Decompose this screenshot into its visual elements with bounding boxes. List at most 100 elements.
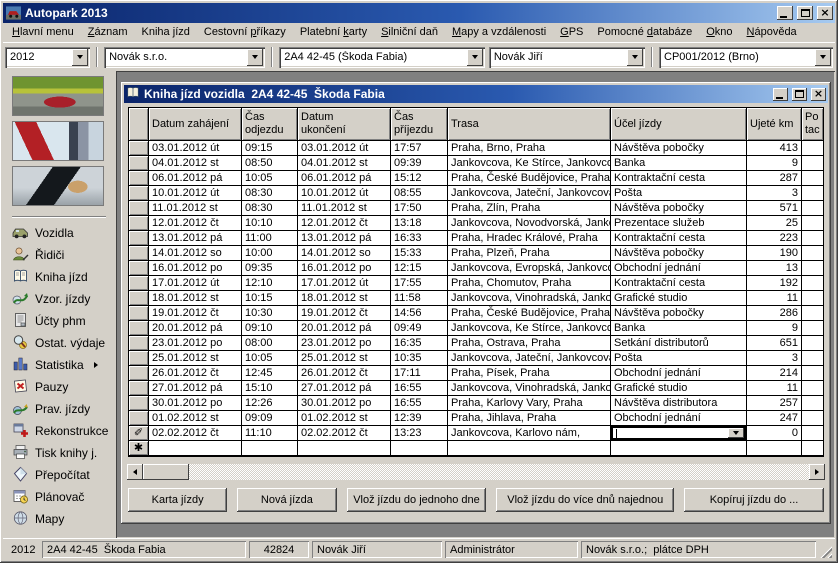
cell-trasa[interactable]: Praha, Ostrava, Praha <box>448 336 611 351</box>
row-selector[interactable] <box>129 156 149 171</box>
cell-datum-zahajeni[interactable]: 14.01.2012 so <box>149 246 242 261</box>
combo-2012[interactable]: 2012 <box>5 47 90 68</box>
maximize-button[interactable] <box>797 6 813 20</box>
cell-datum-ukonceni[interactable]: 23.01.2012 po <box>298 336 391 351</box>
cell-cas-odjezdu[interactable]: 09:09 <box>242 411 298 426</box>
cell-datum-ukonceni[interactable]: 30.01.2012 po <box>298 396 391 411</box>
row-selector[interactable] <box>129 396 149 411</box>
cell-trasa[interactable]: Praha, Brno, Praha <box>448 141 611 156</box>
table-row[interactable]: 20.01.2012 pá09:1020.01.2012 pá09:49Jank… <box>129 321 823 336</box>
cell-cas-prijezdu[interactable]: 12:39 <box>391 411 448 426</box>
menu-item-gps[interactable]: GPS <box>553 24 590 41</box>
cell-cas-odjezdu[interactable]: 10:05 <box>242 171 298 186</box>
cell-trasa[interactable]: Praha, České Budějovice, Praha <box>448 171 611 186</box>
app-titlebar[interactable]: Autopark 2013 × <box>3 3 835 23</box>
table-row[interactable]: 12.01.2012 čt10:1012.01.2012 čt13:18Jank… <box>129 216 823 231</box>
cell-datum-zahajeni[interactable]: 16.01.2012 po <box>149 261 242 276</box>
sidebar-item-vzor-jizdy[interactable]: Vzor. jízdy <box>12 288 110 310</box>
child-minimize-button[interactable] <box>773 88 788 101</box>
cell-ucel-jizdy[interactable]: Návštěva pobočky <box>611 246 747 261</box>
cell-datum-ukonceni[interactable]: 04.01.2012 st <box>298 156 391 171</box>
sidebar-item-planovac[interactable]: Plánovač <box>12 486 110 508</box>
sidebar-item-prepocitat[interactable]: Přepočítat <box>12 464 110 486</box>
table-row[interactable]: 18.01.2012 st10:1518.01.2012 st11:58Jank… <box>129 291 823 306</box>
vloz-jizdu-do-jednoho-dne-button[interactable]: Vlož jízdu do jednoho dne <box>347 488 487 512</box>
cell-ucel-jizdy[interactable] <box>611 426 747 441</box>
cell-datum-zahajeni[interactable]: 27.01.2012 pá <box>149 381 242 396</box>
cell-datum-zahajeni[interactable]: 17.01.2012 út <box>149 276 242 291</box>
cell-ucel-jizdy[interactable]: Obchodní jednání <box>611 366 747 381</box>
cell-cas-odjezdu[interactable]: 08:30 <box>242 186 298 201</box>
combo-novak-s-r-o[interactable]: Novák s.r.o. <box>104 47 265 68</box>
sidebar-item-rekonstrukce[interactable]: Rekonstrukce <box>12 420 110 442</box>
cell-datum-ukonceni[interactable]: 19.01.2012 čt <box>298 306 391 321</box>
cell-trasa[interactable]: Praha, Plzeň, Praha <box>448 246 611 261</box>
row-selector[interactable] <box>129 351 149 366</box>
cell-trasa[interactable] <box>448 441 611 456</box>
cell-cas-prijezdu[interactable]: 09:39 <box>391 156 448 171</box>
cell-datum-ukonceni[interactable]: 16.01.2012 po <box>298 261 391 276</box>
logbook-titlebar[interactable]: Kniha jízd vozidla 2A4 42-45 Škoda Fabia… <box>124 85 828 103</box>
cell-cas-prijezdu[interactable]: 12:15 <box>391 261 448 276</box>
menu-item-hlavni-menu[interactable]: Hlavní menu <box>5 24 81 41</box>
menu-item-mapy-a-vzdalenosti[interactable]: Mapy a vzdálenosti <box>445 24 553 41</box>
cell-ucel-jizdy[interactable]: Pošta <box>611 186 747 201</box>
dropdown-arrow-button[interactable] <box>728 428 744 438</box>
cell-pocatecni-tachometr[interactable] <box>802 411 823 426</box>
cell-datum-ukonceni[interactable]: 10.01.2012 út <box>298 186 391 201</box>
cell-cas-prijezdu[interactable]: 15:33 <box>391 246 448 261</box>
horizontal-scrollbar[interactable] <box>127 464 825 480</box>
cell-datum-zahajeni[interactable]: 23.01.2012 po <box>149 336 242 351</box>
cell-cas-prijezdu[interactable]: 17:50 <box>391 201 448 216</box>
cell-pocatecni-tachometr[interactable] <box>802 396 823 411</box>
nova-jizda-button[interactable]: Nová jízda <box>237 488 336 512</box>
cell-trasa[interactable]: Jankovcova, Novodvorská, Jankovcova <box>448 216 611 231</box>
table-row[interactable]: 04.01.2012 st08:5004.01.2012 st09:39Jank… <box>129 156 823 171</box>
cell-trasa[interactable]: Jankovcova, Vinohradská, Jankovcova <box>448 381 611 396</box>
cell-pocatecni-tachometr[interactable] <box>802 231 823 246</box>
combo-novak-jiri[interactable]: Novák Jiří <box>489 47 645 68</box>
cell-trasa[interactable]: Praha, České Budějovice, Praha <box>448 306 611 321</box>
child-maximize-button[interactable] <box>792 88 807 101</box>
ucel-combo-editor[interactable] <box>611 426 746 440</box>
cell-pocatecni-tachometr[interactable] <box>802 366 823 381</box>
row-selector[interactable] <box>129 306 149 321</box>
cell-cas-prijezdu[interactable] <box>391 441 448 456</box>
cell-pocatecni-tachometr[interactable] <box>802 336 823 351</box>
cell-trasa[interactable]: Jankovcova, Vinohradská, Jankovcova <box>448 291 611 306</box>
menu-item-platebni-karty[interactable]: Platební karty <box>293 24 374 41</box>
cell-datum-ukonceni[interactable]: 17.01.2012 út <box>298 276 391 291</box>
column-header-ucel-jizdy[interactable]: Účel jízdy <box>611 108 747 141</box>
cell-ujete-km[interactable]: 11 <box>747 291 802 306</box>
row-selector[interactable] <box>129 381 149 396</box>
row-selector[interactable] <box>129 231 149 246</box>
dropdown-arrow-button[interactable] <box>627 49 643 66</box>
cell-cas-prijezdu[interactable]: 13:18 <box>391 216 448 231</box>
cell-cas-odjezdu[interactable]: 09:10 <box>242 321 298 336</box>
cell-cas-prijezdu[interactable]: 10:35 <box>391 351 448 366</box>
new-record-row[interactable]: ✱ <box>129 441 823 456</box>
column-header-datum-ukonceni[interactable]: Datum ukončení <box>298 108 391 141</box>
menu-item-silnicni-dan[interactable]: Silniční daň <box>374 24 445 41</box>
cell-cas-prijezdu[interactable]: 13:23 <box>391 426 448 441</box>
table-row[interactable]: 11.01.2012 st08:3011.01.2012 st17:50Prah… <box>129 201 823 216</box>
cell-datum-zahajeni[interactable]: 10.01.2012 út <box>149 186 242 201</box>
sidebar-item-mapy[interactable]: Mapy <box>12 508 110 530</box>
table-row[interactable]: ✐02.02.2012 čt11:1002.02.2012 čt13:23Jan… <box>129 426 823 441</box>
cell-trasa[interactable]: Praha, Hradec Králové, Praha <box>448 231 611 246</box>
menu-item-kniha-jizd[interactable]: Kniha jízd <box>135 24 197 41</box>
cell-ujete-km[interactable]: 3 <box>747 186 802 201</box>
new-record-selector[interactable]: ✱ <box>129 441 149 456</box>
sidebar-item-statistika[interactable]: Statistika <box>12 354 110 376</box>
dropdown-arrow-button[interactable] <box>467 49 483 66</box>
cell-ucel-jizdy[interactable]: Banka <box>611 156 747 171</box>
row-selector[interactable] <box>129 366 149 381</box>
cell-ujete-km[interactable]: 25 <box>747 216 802 231</box>
cell-ucel-jizdy[interactable]: Pošta <box>611 351 747 366</box>
row-selector[interactable] <box>129 336 149 351</box>
cell-datum-zahajeni[interactable]: 04.01.2012 st <box>149 156 242 171</box>
cell-cas-odjezdu[interactable]: 12:45 <box>242 366 298 381</box>
table-row[interactable]: 14.01.2012 so10:0014.01.2012 so15:33Prah… <box>129 246 823 261</box>
karta-jizdy-button[interactable]: Karta jízdy <box>128 488 227 512</box>
menu-item-pomocne-databaze[interactable]: Pomocné databáze <box>590 24 699 41</box>
